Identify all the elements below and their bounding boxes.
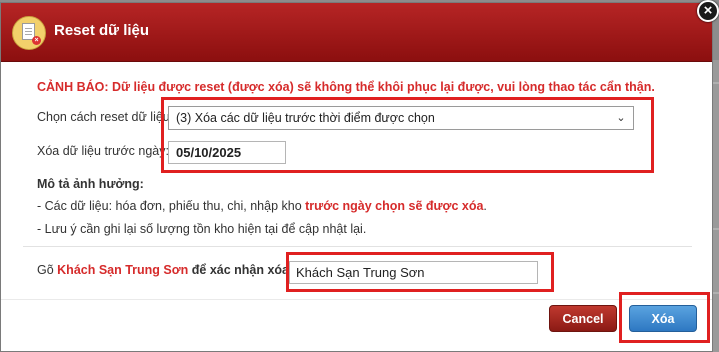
confirm-label: Gõ Khách Sạn Trung Sơn để xác nhận xóa: bbox=[37, 263, 293, 277]
impact-line-1: - Các dữ liệu: hóa đơn, phiếu thu, chi, … bbox=[37, 199, 487, 213]
impact-line-1-warning: trước ngày chọn sẽ được xóa bbox=[305, 199, 484, 213]
dialog-title: Reset dữ liệu bbox=[54, 22, 150, 39]
reset-method-label: Chọn cách reset dữ liệu bbox=[37, 110, 170, 124]
document-reset-icon: × bbox=[12, 16, 46, 50]
dialog-titlebar: × Reset dữ liệu bbox=[1, 3, 712, 62]
confirm-suffix: để xác nhận xóa: bbox=[188, 263, 294, 277]
delete-highlight-box bbox=[619, 292, 710, 343]
impact-line-1-prefix: - Các dữ liệu: hóa đơn, phiếu thu, chi, … bbox=[37, 199, 306, 213]
impact-line-2: - Lưu ý cần ghi lại số lượng tồn kho hiệ… bbox=[37, 222, 367, 236]
confirm-hotel-name: Khách Sạn Trung Sơn bbox=[57, 263, 189, 277]
confirm-highlight-box bbox=[286, 252, 554, 292]
warning-message: CẢNH BÁO: Dữ liệu được reset (được xóa) … bbox=[37, 80, 655, 94]
delete-before-label: Xóa dữ liệu trước ngày: bbox=[37, 144, 169, 158]
cancel-button[interactable]: Cancel bbox=[549, 305, 617, 332]
footer-divider bbox=[1, 299, 712, 300]
impact-line-1-suffix: . bbox=[483, 199, 487, 213]
confirm-prefix: Gõ bbox=[37, 263, 58, 277]
options-highlight-box bbox=[161, 97, 654, 173]
section-divider bbox=[23, 246, 692, 247]
impact-heading: Mô tả ảnh hưởng: bbox=[37, 177, 144, 191]
delete-badge-icon: × bbox=[32, 36, 41, 45]
reset-data-dialog: × Reset dữ liệu CẢNH BÁO: Dữ liệu được r… bbox=[0, 2, 713, 352]
close-icon[interactable]: × bbox=[697, 0, 719, 22]
